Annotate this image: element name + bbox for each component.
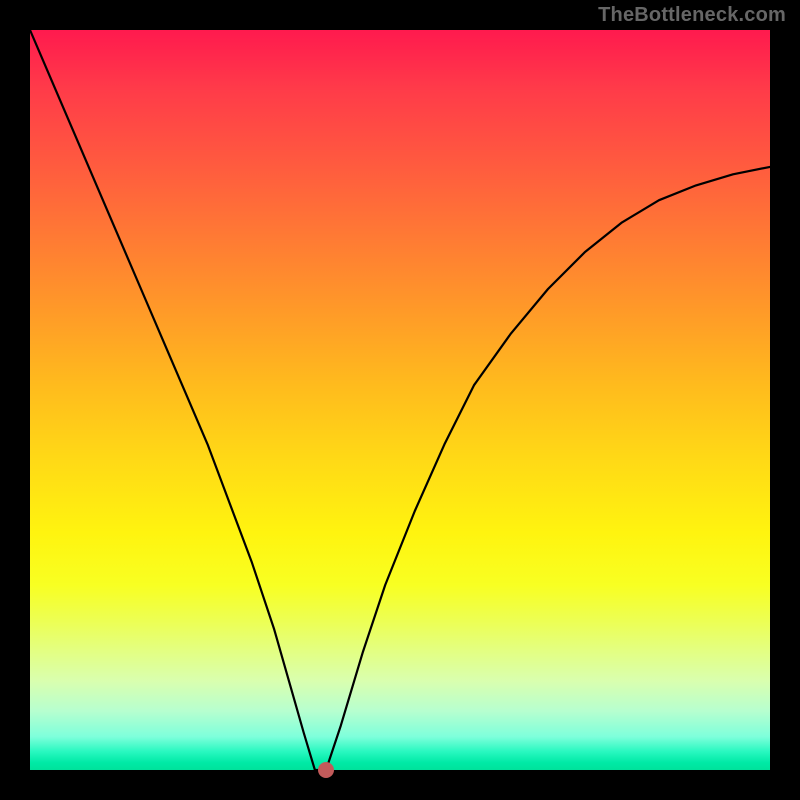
watermark-text: TheBottleneck.com xyxy=(598,4,786,27)
bottleneck-curve-svg xyxy=(30,30,770,770)
chart-stage: TheBottleneck.com xyxy=(0,0,800,800)
bottleneck-curve-path xyxy=(30,30,770,770)
optimal-point-marker xyxy=(318,762,334,778)
